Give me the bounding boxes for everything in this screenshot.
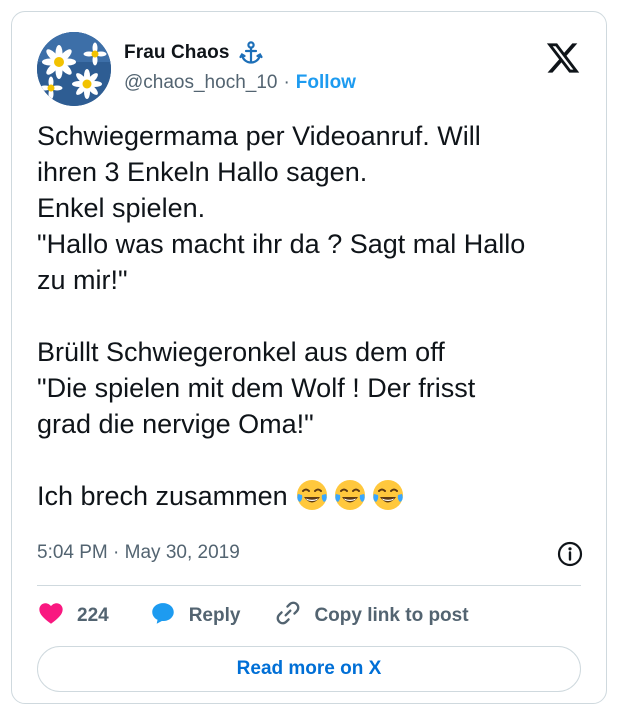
info-icon[interactable] <box>556 540 584 568</box>
divider <box>37 585 581 586</box>
action-bar: 224 Reply Copy link to post <box>37 600 469 632</box>
reply-button[interactable]: Reply <box>149 599 241 633</box>
heart-icon <box>37 599 65 633</box>
anchor-icon <box>238 40 264 66</box>
tweet-body: Schwiegermama per Videoanruf. Will ihren… <box>37 121 526 511</box>
tears-of-joy-emoji-icon <box>371 478 405 512</box>
avatar[interactable] <box>37 32 111 106</box>
tears-of-joy-emoji-icon <box>295 478 329 512</box>
like-button[interactable]: 224 <box>37 599 109 633</box>
read-more-button[interactable]: Read more on X <box>37 646 581 692</box>
tweet-timestamp[interactable]: 5:04 PM · May 30, 2019 <box>37 542 240 564</box>
author-handle[interactable]: @chaos_hoch_10 <box>124 72 277 94</box>
follow-button[interactable]: Follow <box>296 72 356 94</box>
reply-label: Reply <box>188 605 241 626</box>
author-name-row: Frau Chaos <box>124 40 264 66</box>
x-logo-icon[interactable] <box>545 40 581 76</box>
copy-link-button[interactable]: Copy link to post <box>274 599 469 633</box>
tweet-text: Schwiegermama per Videoanruf. Will ihren… <box>37 118 597 514</box>
author-name[interactable]: Frau Chaos <box>124 42 230 64</box>
tears-of-joy-emoji-icon <box>333 478 367 512</box>
author-handle-row: @chaos_hoch_10 · Follow <box>124 72 356 94</box>
separator-dot: · <box>283 72 290 93</box>
like-count: 224 <box>77 605 109 626</box>
copy-link-label: Copy link to post <box>314 605 469 626</box>
link-icon <box>274 599 302 633</box>
tweet-card: Frau Chaos @chaos_hoch_10 · Follow Schwi… <box>11 11 607 704</box>
reply-bubble-icon <box>149 599 177 633</box>
